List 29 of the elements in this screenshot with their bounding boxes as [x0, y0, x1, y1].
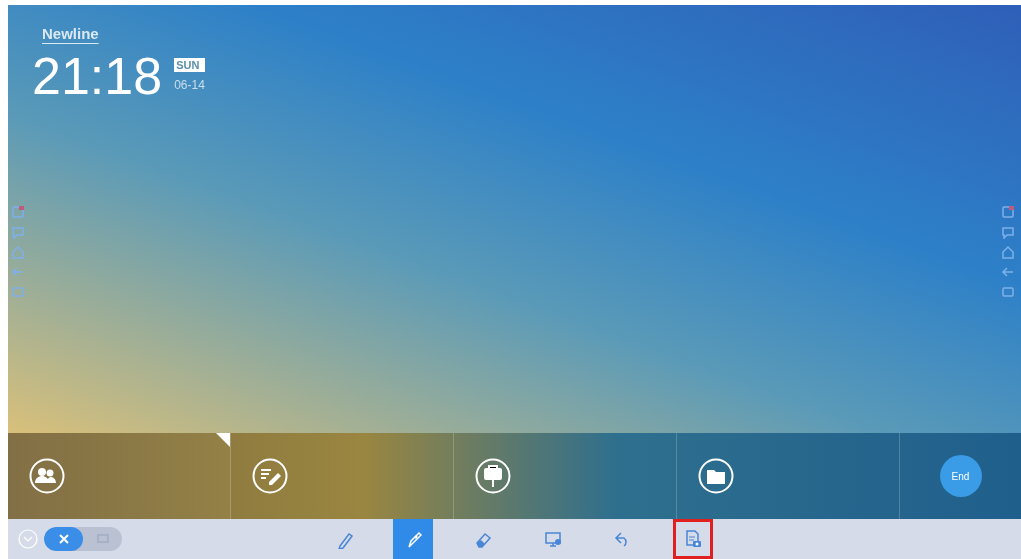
cross-icon	[57, 533, 70, 545]
corner-marker	[216, 433, 230, 447]
touch-mode-toggle[interactable]	[44, 527, 83, 551]
back-arrow-icon[interactable]	[1001, 265, 1015, 279]
document-camera-icon	[683, 529, 703, 549]
weekday-badge: SUN	[174, 57, 205, 72]
launcher-tile[interactable]: End	[900, 433, 1021, 519]
pen-tool-button[interactable]	[393, 519, 433, 559]
window-icon[interactable]	[11, 285, 25, 299]
note-icon[interactable]	[11, 205, 25, 219]
logo-text: Newline	[42, 24, 100, 44]
date-text: 06-14	[174, 76, 205, 94]
note-icon[interactable]	[1001, 205, 1015, 219]
folder-icon	[698, 458, 734, 494]
chat-icon[interactable]	[11, 225, 25, 239]
people-icon	[29, 458, 65, 494]
chevron-down-icon[interactable]	[18, 529, 38, 549]
end-button[interactable]: End	[939, 455, 982, 497]
chat-icon[interactable]	[1001, 225, 1015, 239]
window-icon[interactable]	[1001, 285, 1015, 299]
clock-time: 21:18	[32, 49, 163, 102]
note-pencil-icon	[252, 458, 288, 494]
back-arrow-icon[interactable]	[11, 265, 25, 279]
home-icon[interactable]	[11, 245, 25, 259]
document-camera-tool-button[interactable]	[673, 519, 713, 559]
home-icon[interactable]	[1001, 245, 1015, 259]
launcher-tile[interactable]	[8, 433, 231, 519]
monitor-icon	[543, 529, 563, 549]
easel-icon	[475, 458, 511, 494]
